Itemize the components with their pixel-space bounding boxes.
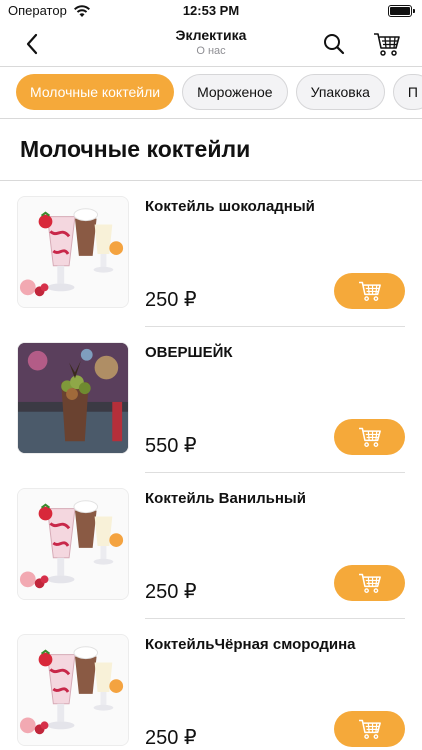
category-chip-milkshakes[interactable]: Молочные коктейли [16, 74, 175, 110]
milkshake-photo [17, 634, 129, 746]
category-chip-more[interactable]: П [392, 74, 422, 110]
cart-icon [358, 573, 381, 593]
milkshake-photo [17, 196, 129, 308]
cart-button[interactable] [372, 29, 402, 59]
category-chips: Молочные коктейли Мороженое Упаковка П [16, 74, 422, 110]
product-card[interactable]: Коктейль шоколадный 250 ₽ [0, 181, 422, 327]
milkshake-photo [17, 488, 129, 600]
clock: 12:53 PM [182, 3, 240, 18]
cart-icon [358, 719, 381, 739]
category-chip-packaging[interactable]: Упаковка [295, 74, 385, 110]
overshake-photo [17, 342, 129, 454]
nav-titles[interactable]: Эклектика О нас [0, 27, 422, 57]
product-price: 250 ₽ [145, 727, 197, 749]
search-button[interactable] [320, 30, 348, 58]
product-card[interactable]: Коктейль Ванильный 250 ₽ [0, 473, 422, 619]
nav-title: Эклектика [175, 27, 247, 43]
product-card[interactable]: КоктейльЧёрная смородина 250 ₽ [0, 619, 422, 750]
status-bar: Оператор 12:53 PM [0, 0, 422, 22]
product-price: 250 ₽ [145, 289, 197, 311]
add-to-cart-button[interactable] [334, 565, 405, 601]
product-name: КоктейльЧёрная смородина [145, 636, 356, 653]
nav-subtitle-link[interactable]: О нас [0, 45, 422, 57]
category-chip-ice-cream[interactable]: Мороженое [182, 74, 288, 110]
product-list: Коктейль шоколадный 250 ₽ ОВЕРШЕЙК 550 ₽… [0, 181, 422, 750]
add-to-cart-button[interactable] [334, 419, 405, 455]
cart-icon [358, 281, 381, 301]
add-to-cart-button[interactable] [334, 273, 405, 309]
chips-divider [0, 118, 422, 119]
product-name: ОВЕРШЕЙК [145, 344, 233, 361]
add-to-cart-button[interactable] [334, 711, 405, 747]
search-icon [324, 34, 345, 55]
product-price: 250 ₽ [145, 581, 197, 603]
product-card[interactable]: ОВЕРШЕЙК 550 ₽ [0, 327, 422, 473]
navigation-bar: Эклектика О нас [0, 22, 422, 66]
product-price: 550 ₽ [145, 435, 197, 457]
cart-icon [358, 427, 381, 447]
nav-divider [0, 66, 422, 67]
section-title: Молочные коктейли [20, 136, 251, 162]
product-name: Коктейль шоколадный [145, 198, 315, 215]
cart-icon [374, 33, 400, 56]
product-name: Коктейль Ванильный [145, 490, 306, 507]
battery-icon [388, 5, 415, 17]
